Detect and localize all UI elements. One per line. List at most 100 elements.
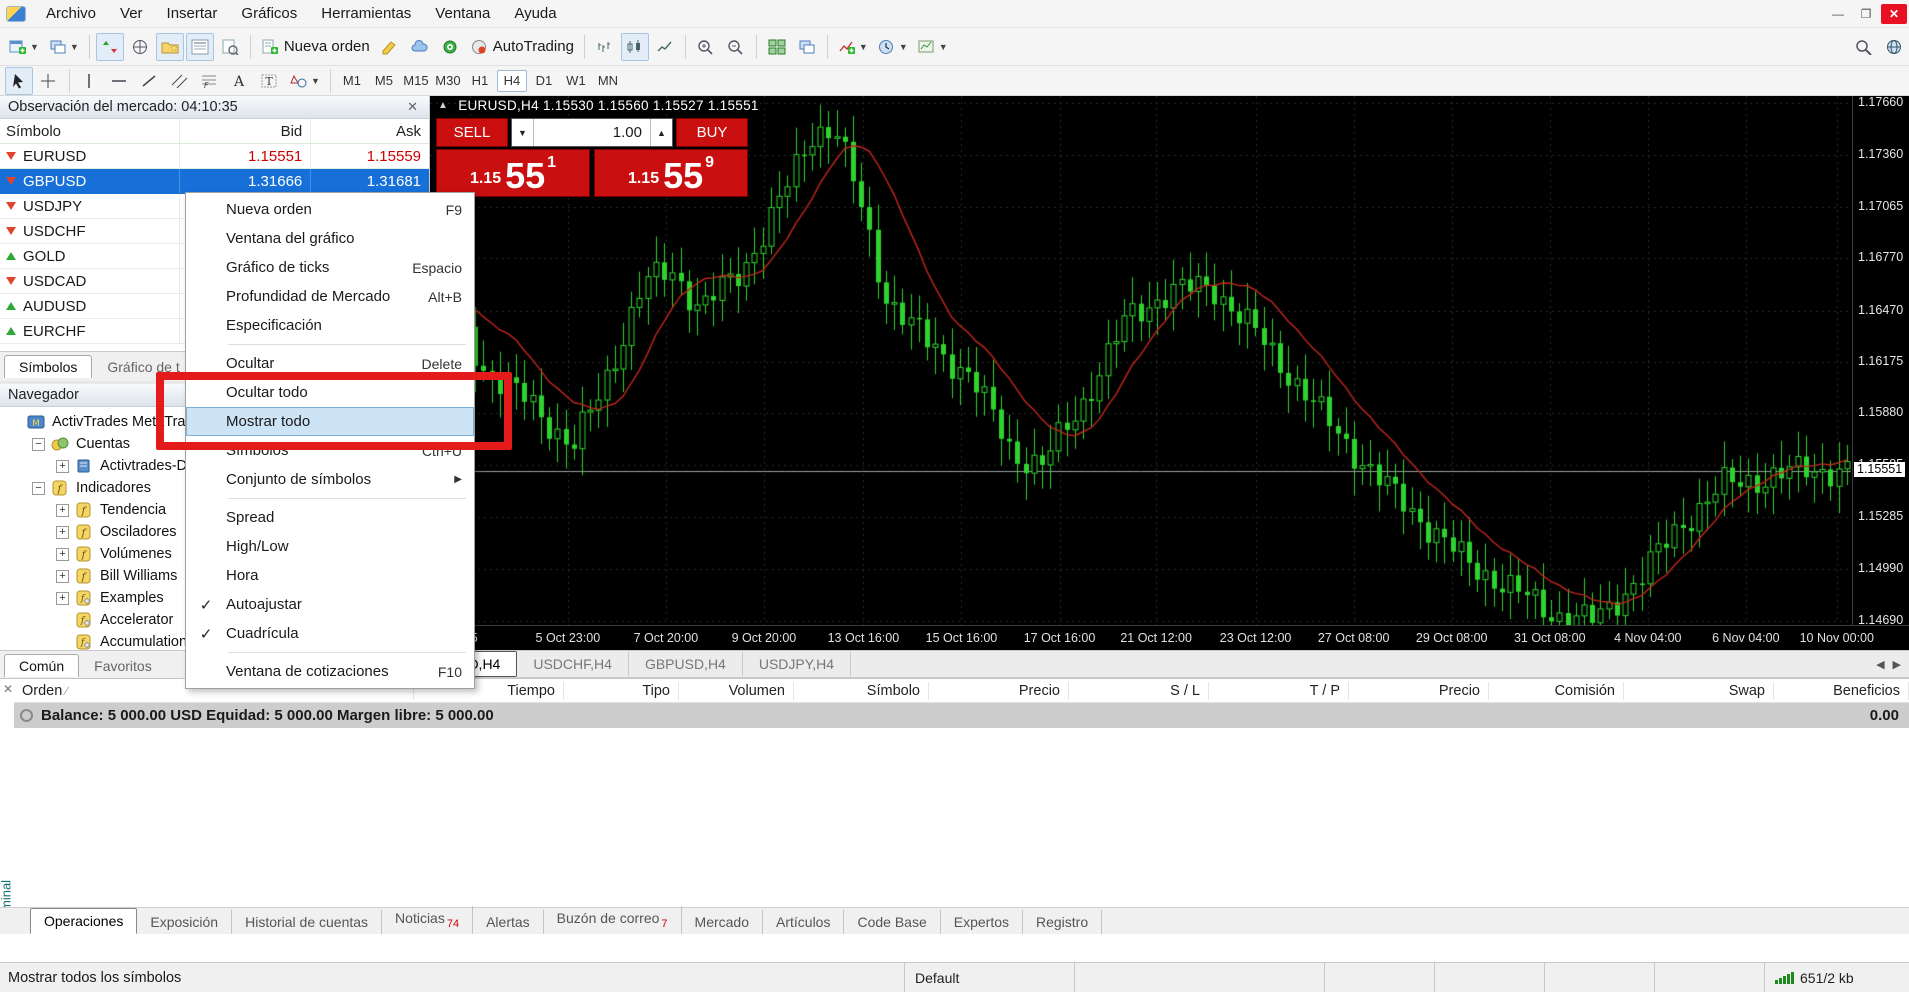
timeframe-m15[interactable]: M15 bbox=[401, 70, 431, 92]
market-watch-toggle[interactable] bbox=[96, 33, 124, 61]
text-tool[interactable]: A bbox=[226, 67, 254, 95]
navigator-tab-favoritos[interactable]: Favoritos bbox=[79, 654, 167, 677]
tab-scroll-right-icon[interactable]: ▶ bbox=[1893, 658, 1901, 671]
column-bid[interactable]: Bid bbox=[180, 119, 312, 143]
menu-ayuda[interactable]: Ayuda bbox=[502, 1, 568, 26]
community-icon[interactable] bbox=[1880, 33, 1908, 61]
line-chart-button[interactable] bbox=[651, 33, 679, 61]
chart-collapse-icon[interactable]: ▲ bbox=[438, 100, 448, 111]
terminal-tab-historialdecuentas[interactable]: Historial de cuentas bbox=[232, 910, 382, 934]
timeframe-h4[interactable]: H4 bbox=[497, 70, 527, 92]
context-menu-item-cuadricula[interactable]: ✓Cuadrícula bbox=[186, 619, 474, 648]
timeframe-m30[interactable]: M30 bbox=[433, 70, 463, 92]
autotrading-button[interactable]: AutoTrading bbox=[466, 33, 578, 61]
crosshair-tool[interactable] bbox=[35, 67, 63, 95]
expand-icon[interactable]: + bbox=[56, 570, 69, 583]
context-menu-item-ventanadelgrafico[interactable]: chart_plusVentana del gráfico bbox=[186, 224, 474, 253]
expand-icon[interactable]: + bbox=[56, 504, 69, 517]
terminal-column-tipo[interactable]: Tipo bbox=[564, 682, 679, 700]
menu-ver[interactable]: Ver bbox=[108, 1, 155, 26]
terminal-column-simbolo[interactable]: Símbolo bbox=[794, 682, 929, 700]
timeframe-m5[interactable]: M5 bbox=[369, 70, 399, 92]
timeframe-d1[interactable]: D1 bbox=[529, 70, 559, 92]
terminal-column-t/p[interactable]: T / P bbox=[1209, 682, 1349, 700]
terminal-column-precio[interactable]: Precio bbox=[1349, 682, 1489, 700]
fibonacci-tool[interactable]: F bbox=[196, 67, 224, 95]
context-menu-item-ventanadecotizaciones[interactable]: quotesVentana de cotizacionesF10 bbox=[186, 657, 474, 686]
context-menu-item-hora[interactable]: Hora bbox=[186, 561, 474, 590]
buy-price-display[interactable]: 1.15 55 9 bbox=[594, 149, 748, 197]
expand-icon[interactable]: + bbox=[56, 460, 69, 473]
new-order-button[interactable]: Nueva orden bbox=[257, 33, 374, 61]
chart-tab-gbpusdh4[interactable]: GBPUSD,H4 bbox=[629, 652, 743, 676]
sell-button[interactable]: SELL bbox=[436, 118, 508, 147]
horizontal-line-tool[interactable] bbox=[106, 67, 134, 95]
column-ask[interactable]: Ask bbox=[311, 119, 429, 143]
timeframe-h1[interactable]: H1 bbox=[465, 70, 495, 92]
sort-icon[interactable]: ∕ bbox=[62, 684, 67, 698]
periods-button[interactable]: ▼ bbox=[874, 33, 912, 61]
volume-value[interactable]: 1.00 bbox=[534, 119, 650, 146]
chart-area[interactable]: ▲ EURUSD,H4 1.15530 1.15560 1.15527 1.15… bbox=[430, 96, 1909, 650]
vertical-line-tool[interactable] bbox=[76, 67, 104, 95]
terminal-tab-mercado[interactable]: Mercado bbox=[682, 910, 763, 934]
search-icon[interactable] bbox=[1850, 33, 1878, 61]
context-menu-item-especificacion[interactable]: specEspecificación bbox=[186, 311, 474, 340]
timeframe-m1[interactable]: M1 bbox=[337, 70, 367, 92]
expand-icon[interactable]: + bbox=[56, 548, 69, 561]
market-watch-close-icon[interactable]: ✕ bbox=[404, 99, 421, 115]
menu-herramientas[interactable]: Herramientas bbox=[309, 1, 423, 26]
terminal-tab-codebase[interactable]: Code Base bbox=[844, 910, 940, 934]
context-menu-item-nuevaorden[interactable]: doc_plusNueva ordenF9 bbox=[186, 195, 474, 224]
expand-icon[interactable]: + bbox=[56, 526, 69, 539]
terminal-tab-registro[interactable]: Registro bbox=[1023, 910, 1102, 934]
channel-tool[interactable] bbox=[166, 67, 194, 95]
menu-insertar[interactable]: Insertar bbox=[155, 1, 230, 26]
volume-decrease-icon[interactable]: ▼ bbox=[512, 119, 534, 146]
terminal-tab-buzondecorreo[interactable]: Buzón de correo7 bbox=[544, 906, 682, 934]
timeframe-w1[interactable]: W1 bbox=[561, 70, 591, 92]
close-button[interactable]: ✕ bbox=[1881, 4, 1907, 24]
strategy-tester-toggle[interactable] bbox=[216, 33, 244, 61]
buy-button[interactable]: BUY bbox=[676, 118, 748, 147]
trendline-tool[interactable] bbox=[136, 67, 164, 95]
navigator-toggle[interactable] bbox=[156, 33, 184, 61]
cursor-tool[interactable] bbox=[5, 67, 33, 95]
market-watch-row-gbpusd[interactable]: GBPUSD1.316661.31681 bbox=[0, 169, 429, 194]
terminal-tab-noticias[interactable]: Noticias74 bbox=[382, 906, 473, 934]
metaquotes-button[interactable] bbox=[406, 33, 434, 61]
text-label-tool[interactable]: T bbox=[256, 67, 284, 95]
balance-row[interactable]: Balance: 5 000.00 USD Equidad: 5 000.00 … bbox=[14, 703, 1909, 728]
data-window-toggle[interactable] bbox=[126, 33, 154, 61]
context-menu-item-conjuntodesimbolos[interactable]: Conjunto de símbolos▶ bbox=[186, 465, 474, 494]
metaeditor-button[interactable] bbox=[376, 33, 404, 61]
profiles-button[interactable]: ▼ bbox=[45, 33, 83, 61]
market-watch-row-eurusd[interactable]: EURUSD1.155511.15559 bbox=[0, 144, 429, 169]
bar-chart-button[interactable] bbox=[591, 33, 619, 61]
terminal-toggle[interactable] bbox=[186, 33, 214, 61]
minimize-button[interactable]: — bbox=[1825, 4, 1851, 24]
tile-windows-button[interactable] bbox=[763, 33, 791, 61]
context-menu-item-spread[interactable]: Spread bbox=[186, 503, 474, 532]
terminal-column-s/l[interactable]: S / L bbox=[1069, 682, 1209, 700]
context-menu-item-profundidaddemercado[interactable]: depthProfundidad de MercadoAlt+B bbox=[186, 282, 474, 311]
context-menu-item-autoajustar[interactable]: ✓Autoajustar bbox=[186, 590, 474, 619]
zoom-in-button[interactable] bbox=[692, 33, 720, 61]
collapse-icon[interactable]: − bbox=[32, 438, 45, 451]
context-menu-item-high/low[interactable]: High/Low bbox=[186, 532, 474, 561]
menu-graficos[interactable]: Gráficos bbox=[229, 1, 309, 26]
terminal-column-comision[interactable]: Comisión bbox=[1489, 682, 1624, 700]
menu-archivo[interactable]: Archivo bbox=[34, 1, 108, 26]
time-axis[interactable]: 255 Oct 23:007 Oct 20:009 Oct 20:0013 Oc… bbox=[430, 625, 1909, 650]
status-profile[interactable]: Default bbox=[904, 963, 1074, 992]
column-symbol[interactable]: Símbolo bbox=[0, 119, 180, 143]
collapse-icon[interactable]: − bbox=[32, 482, 45, 495]
chart-tab-usdjpyh4[interactable]: USDJPY,H4 bbox=[743, 652, 851, 676]
price-axis[interactable]: 1.176601.173601.170651.167701.164701.161… bbox=[1852, 96, 1909, 625]
terminal-close-icon[interactable]: ✕ bbox=[3, 682, 13, 696]
terminal-column-swap[interactable]: Swap bbox=[1624, 682, 1774, 700]
terminal-tab-articulos[interactable]: Artículos bbox=[763, 910, 844, 934]
terminal-tab-expertos[interactable]: Expertos bbox=[941, 910, 1023, 934]
terminal-tab-alertas[interactable]: Alertas bbox=[473, 910, 544, 934]
templates-button[interactable]: ▼ bbox=[914, 33, 952, 61]
